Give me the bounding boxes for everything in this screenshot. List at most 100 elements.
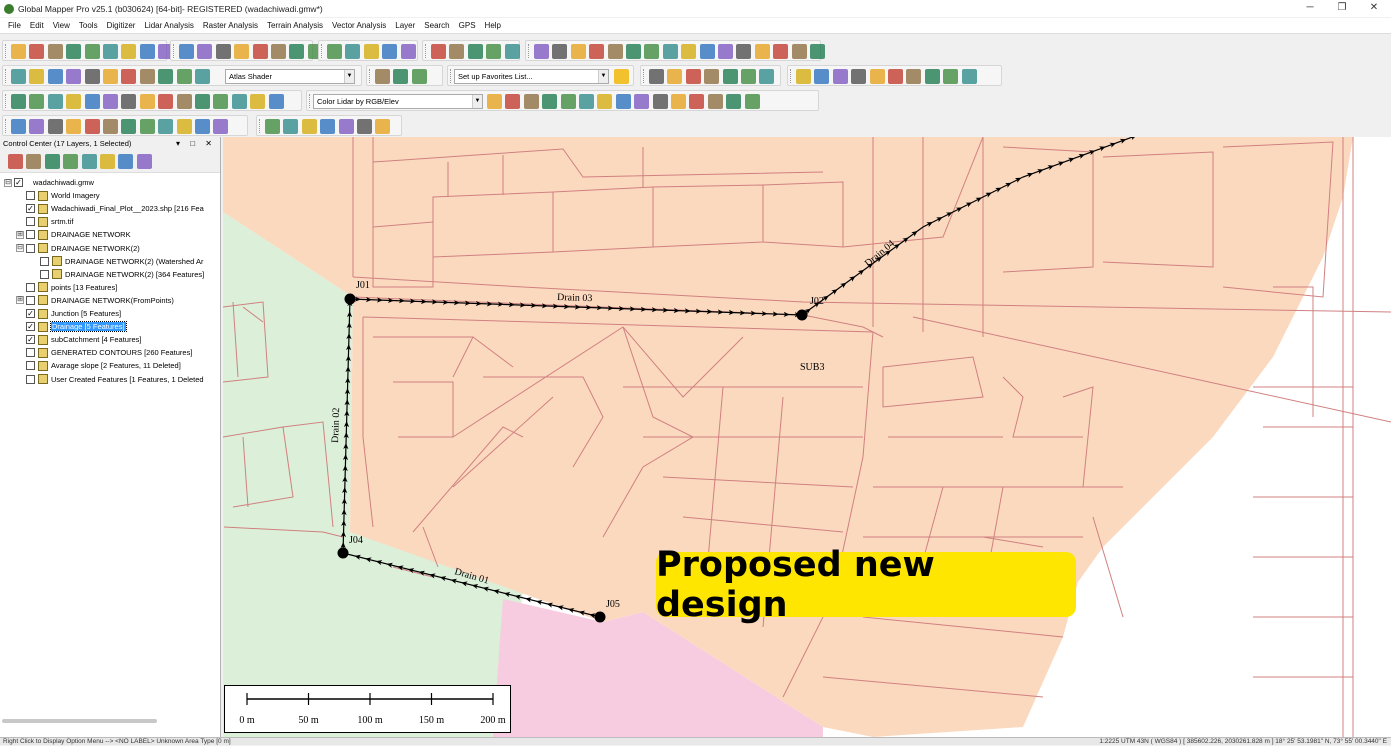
tool-icon[interactable] bbox=[121, 94, 137, 109]
tool-icon[interactable] bbox=[84, 119, 100, 134]
tool-icon[interactable] bbox=[644, 44, 660, 59]
layer-label[interactable]: DRAINAGE NETWORK(2) [364 Features] bbox=[65, 270, 204, 279]
layer-row[interactable]: User Created Features [1 Features, 1 Del… bbox=[16, 373, 204, 386]
tool-icon[interactable] bbox=[744, 94, 760, 109]
tool-icon[interactable] bbox=[375, 69, 390, 84]
layer-checkbox[interactable] bbox=[26, 295, 35, 305]
layer-row[interactable]: ✓ Drainage [5 Features] bbox=[16, 320, 127, 333]
tool-icon[interactable] bbox=[158, 119, 174, 134]
tool-icon[interactable] bbox=[759, 69, 775, 84]
tool-icon[interactable] bbox=[320, 119, 336, 134]
tool-icon[interactable] bbox=[704, 69, 720, 84]
tool-icon[interactable] bbox=[791, 44, 807, 59]
tool-icon[interactable] bbox=[84, 94, 100, 109]
tool-icon[interactable] bbox=[363, 44, 379, 59]
tool-icon[interactable] bbox=[667, 69, 683, 84]
tool-icon[interactable] bbox=[197, 44, 213, 59]
tool-icon[interactable] bbox=[8, 154, 23, 169]
tool-icon[interactable] bbox=[11, 119, 26, 134]
tool-icon[interactable] bbox=[11, 69, 26, 84]
tool-icon[interactable] bbox=[47, 69, 63, 84]
favorites-select[interactable]: Set up Favorites List... ▼ bbox=[454, 69, 609, 84]
layer-checkbox[interactable] bbox=[26, 217, 35, 227]
layer-row[interactable]: DRAINAGE NETWORK(2) [364 Features] bbox=[30, 268, 204, 281]
tool-icon[interactable] bbox=[11, 94, 26, 109]
tool-icon[interactable] bbox=[754, 44, 770, 59]
menu-layer[interactable]: Layer bbox=[395, 21, 415, 30]
tool-icon[interactable] bbox=[467, 44, 483, 59]
tool-icon[interactable] bbox=[289, 44, 305, 59]
tool-icon[interactable] bbox=[176, 94, 192, 109]
tool-icon[interactable] bbox=[486, 44, 502, 59]
tool-icon[interactable] bbox=[431, 44, 446, 59]
tool-icon[interactable] bbox=[234, 44, 250, 59]
tool-icon[interactable] bbox=[195, 119, 210, 134]
layer-label[interactable]: Drainage [5 Features] bbox=[50, 321, 127, 333]
menu-lidar-analysis[interactable]: Lidar Analysis bbox=[144, 21, 193, 30]
tool-icon[interactable] bbox=[63, 154, 79, 169]
layer-checkbox[interactable] bbox=[40, 256, 49, 266]
tool-icon[interactable] bbox=[607, 44, 623, 59]
layer-row[interactable]: ✓ Junction [5 Features] bbox=[16, 307, 121, 320]
layer-row[interactable]: srtm.tif bbox=[16, 215, 74, 228]
tool-icon[interactable] bbox=[579, 94, 594, 109]
layer-checkbox[interactable]: ✓ bbox=[14, 178, 23, 187]
tool-icon[interactable] bbox=[523, 94, 539, 109]
layer-label[interactable]: wadachiwadi.gmw bbox=[33, 178, 94, 187]
tool-icon[interactable] bbox=[652, 94, 668, 109]
layer-row[interactable]: Avarage slope [2 Features, 11 Deleted] bbox=[16, 359, 181, 372]
tool-icon[interactable] bbox=[375, 119, 391, 134]
tool-icon[interactable] bbox=[81, 154, 97, 169]
tool-icon[interactable] bbox=[118, 154, 134, 169]
tool-icon[interactable] bbox=[542, 94, 558, 109]
tool-icon[interactable] bbox=[29, 94, 45, 109]
lidar-color-select[interactable]: Color Lidar by RGB/Elev ▼ bbox=[313, 94, 483, 109]
tool-icon[interactable] bbox=[176, 119, 192, 134]
tool-icon[interactable] bbox=[888, 69, 903, 84]
menu-tools[interactable]: Tools bbox=[79, 21, 98, 30]
close-button[interactable]: ✕ bbox=[1359, 0, 1389, 17]
tool-icon[interactable] bbox=[685, 69, 701, 84]
tool-icon[interactable] bbox=[649, 69, 664, 84]
layer-checkbox[interactable]: ✓ bbox=[26, 322, 35, 332]
tool-icon[interactable] bbox=[29, 119, 45, 134]
layer-label[interactable]: subCatchment [4 Features] bbox=[51, 335, 141, 344]
menu-view[interactable]: View bbox=[53, 21, 70, 30]
junction-j02[interactable] bbox=[796, 309, 808, 321]
tool-icon[interactable] bbox=[400, 44, 416, 59]
tool-icon[interactable] bbox=[252, 44, 268, 59]
map-view[interactable]: J01 J02 J04 J05 Drain 01 Drain 02 Drain 03 Drai… bbox=[223, 137, 1391, 737]
minimize-button[interactable]: ─ bbox=[1295, 0, 1325, 17]
layer-row[interactable]: ⊟ ✓ wadachiwadi.gmw bbox=[4, 176, 94, 189]
tool-icon[interactable] bbox=[699, 44, 715, 59]
layer-row[interactable]: DRAINAGE NETWORK(2) (Watershed Ar bbox=[30, 255, 204, 268]
tool-icon[interactable] bbox=[47, 94, 63, 109]
tool-icon[interactable] bbox=[195, 69, 210, 84]
layer-row[interactable]: ✓ subCatchment [4 Features] bbox=[16, 333, 141, 346]
tool-icon[interactable] bbox=[136, 154, 152, 169]
tool-icon[interactable] bbox=[121, 44, 137, 59]
tool-icon[interactable] bbox=[139, 69, 155, 84]
menu-search[interactable]: Search bbox=[424, 21, 449, 30]
layer-checkbox[interactable] bbox=[40, 269, 49, 279]
tool-icon[interactable] bbox=[301, 119, 317, 134]
menu-vector-analysis[interactable]: Vector Analysis bbox=[332, 21, 386, 30]
layer-label[interactable]: srtm.tif bbox=[51, 217, 74, 226]
tool-icon[interactable] bbox=[736, 44, 752, 59]
tool-icon[interactable] bbox=[393, 69, 409, 84]
layer-checkbox[interactable] bbox=[26, 348, 35, 358]
layer-label[interactable]: DRAINAGE NETWORK bbox=[51, 230, 131, 239]
menu-help[interactable]: Help bbox=[485, 21, 501, 30]
tool-icon[interactable] bbox=[796, 69, 811, 84]
tool-icon[interactable] bbox=[906, 69, 922, 84]
tool-icon[interactable] bbox=[100, 154, 115, 169]
tool-icon[interactable] bbox=[103, 69, 118, 84]
tool-icon[interactable] bbox=[215, 44, 231, 59]
tool-icon[interactable] bbox=[283, 119, 299, 134]
tool-icon[interactable] bbox=[231, 94, 247, 109]
tool-icon[interactable] bbox=[271, 44, 286, 59]
tool-icon[interactable] bbox=[869, 69, 885, 84]
layer-label[interactable]: Avarage slope [2 Features, 11 Deleted] bbox=[51, 361, 181, 370]
layer-checkbox[interactable] bbox=[26, 282, 35, 292]
layer-label[interactable]: Wadachiwadi_Final_Plot__2023.shp [216 Fe… bbox=[51, 204, 204, 213]
